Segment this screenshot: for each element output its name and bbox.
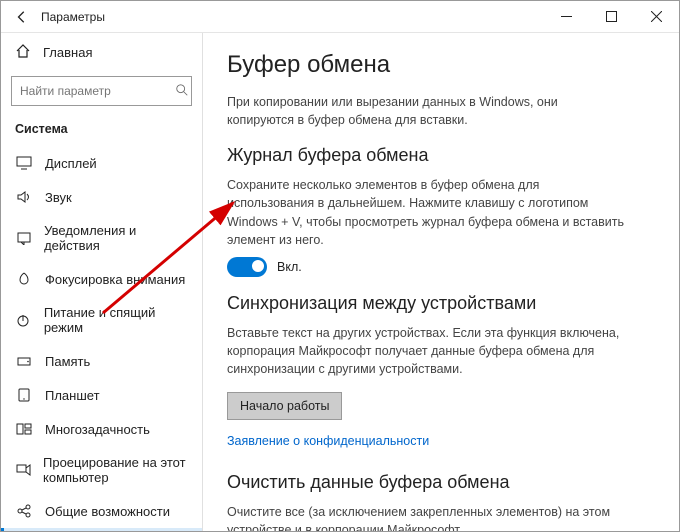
section-history-desc: Сохраните несколько элементов в буфер об… xyxy=(227,176,627,249)
projecting-icon xyxy=(15,462,31,478)
notifications-icon xyxy=(15,230,32,246)
nav-shared[interactable]: Общие возможности xyxy=(1,494,202,528)
main-panel: Буфер обмена При копировании или вырезан… xyxy=(203,33,679,531)
display-icon xyxy=(15,155,33,171)
sound-icon xyxy=(15,189,33,205)
search-icon xyxy=(175,83,189,100)
home-icon xyxy=(15,43,31,62)
nav-list: Дисплей Звук Уведомления и действия Фоку… xyxy=(1,146,202,531)
nav-tablet[interactable]: Планшет xyxy=(1,378,202,412)
section-sync-desc: Вставьте текст на других устройствах. Ес… xyxy=(227,324,627,378)
page-heading: Буфер обмена xyxy=(227,51,655,79)
intro-text: При копировании или вырезании данных в W… xyxy=(227,93,627,129)
shared-icon xyxy=(15,503,33,519)
tablet-icon xyxy=(15,387,33,403)
nav-projecting[interactable]: Проецирование на этот компьютер xyxy=(1,446,202,494)
search-input[interactable] xyxy=(20,84,175,98)
history-toggle[interactable] xyxy=(227,257,267,277)
section-clear-title: Очистить данные буфера обмена xyxy=(227,472,655,493)
home-label: Главная xyxy=(43,45,92,60)
nav-focus[interactable]: Фокусировка внимания xyxy=(1,262,202,296)
maximize-button[interactable] xyxy=(589,1,634,33)
close-button[interactable] xyxy=(634,1,679,33)
nav-storage[interactable]: Память xyxy=(1,344,202,378)
nav-multitask[interactable]: Многозадачность xyxy=(1,412,202,446)
nav-notifications[interactable]: Уведомления и действия xyxy=(1,214,202,262)
privacy-link[interactable]: Заявление о конфиденциальности xyxy=(227,434,429,448)
power-icon xyxy=(15,312,32,328)
back-button[interactable] xyxy=(11,6,33,28)
section-sync-title: Синхронизация между устройствами xyxy=(227,293,655,314)
nav-sound[interactable]: Звук xyxy=(1,180,202,214)
section-history-title: Журнал буфера обмена xyxy=(227,145,655,166)
nav-power[interactable]: Питание и спящий режим xyxy=(1,296,202,344)
toggle-state-label: Вкл. xyxy=(277,260,302,274)
section-clear-desc: Очистите все (за исключением закрепленны… xyxy=(227,503,627,531)
home-link[interactable]: Главная xyxy=(1,33,202,70)
minimize-button[interactable] xyxy=(544,1,589,33)
sidebar: Главная Система Дисплей Звук Уведомления… xyxy=(1,33,203,531)
multitask-icon xyxy=(15,421,33,437)
get-started-button[interactable]: Начало работы xyxy=(227,392,342,420)
nav-display[interactable]: Дисплей xyxy=(1,146,202,180)
window-title: Параметры xyxy=(41,10,105,24)
search-box[interactable] xyxy=(11,76,192,106)
focus-icon xyxy=(15,271,33,287)
category-title: Система xyxy=(1,116,202,146)
nav-clipboard[interactable]: Буфер обмена xyxy=(1,528,202,531)
storage-icon xyxy=(15,353,33,369)
